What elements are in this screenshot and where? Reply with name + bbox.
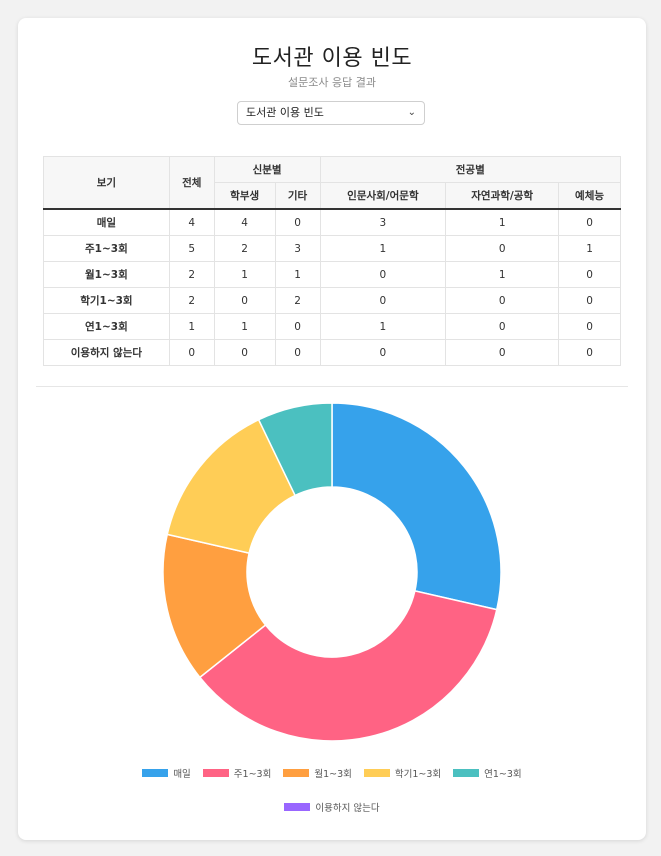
question-select-value: 도서관 이용 빈도 bbox=[246, 106, 324, 119]
cell: 4 bbox=[168, 208, 215, 236]
survey-card: 도서관 이용 빈도 설문조사 응답 결과 도서관 이용 빈도 ⌄ 보기 전체 신… bbox=[18, 18, 646, 840]
cell: 2 bbox=[213, 235, 276, 262]
cell: 3 bbox=[274, 235, 321, 262]
header-humanities: 인문사회/어문학 bbox=[319, 182, 447, 210]
row-label: 월1~3회 bbox=[43, 261, 170, 288]
legend-item[interactable]: 연1~3회 bbox=[453, 766, 522, 780]
legend-item[interactable]: 주1~3회 bbox=[202, 766, 272, 780]
cell: 1 bbox=[445, 261, 560, 288]
cell: 0 bbox=[445, 235, 560, 262]
cell: 0 bbox=[445, 287, 560, 314]
legend-swatch bbox=[142, 769, 169, 777]
row-label: 학기1~3회 bbox=[43, 287, 170, 314]
row-label: 연1~3회 bbox=[43, 313, 170, 340]
table-row: 주1~3회 5 2 3 1 0 1 bbox=[43, 235, 621, 262]
legend-item[interactable]: 매일 bbox=[142, 766, 191, 780]
cell: 0 bbox=[558, 339, 621, 366]
header-group-major: 전공별 bbox=[319, 156, 622, 183]
legend-swatch bbox=[202, 769, 229, 777]
legend-label: 학기1~3회 bbox=[394, 769, 442, 780]
cell: 0 bbox=[274, 208, 321, 236]
cell: 0 bbox=[558, 287, 621, 314]
table-row: 월1~3회 2 1 1 0 1 0 bbox=[43, 261, 621, 288]
header-group-status: 신분별 bbox=[213, 156, 321, 183]
legend-swatch bbox=[453, 769, 480, 777]
cell: 1 bbox=[274, 261, 321, 288]
legend-label: 매일 bbox=[173, 769, 191, 780]
header-view: 보기 bbox=[43, 156, 170, 210]
donut-chart bbox=[162, 403, 502, 742]
row-label: 주1~3회 bbox=[43, 235, 170, 262]
table-row: 이용하지 않는다 0 0 0 0 0 0 bbox=[43, 339, 621, 366]
legend-swatch bbox=[363, 769, 390, 777]
cell: 0 bbox=[274, 339, 321, 366]
table-row: 매일 4 4 0 3 1 0 bbox=[43, 208, 621, 236]
cell: 2 bbox=[274, 287, 321, 314]
header-other: 기타 bbox=[274, 182, 321, 210]
cell: 1 bbox=[319, 235, 447, 262]
header-total: 전체 bbox=[168, 156, 215, 210]
cell: 0 bbox=[274, 313, 321, 340]
table-row: 연1~3회 1 1 0 1 0 0 bbox=[43, 313, 621, 340]
header-undergrad: 학부생 bbox=[213, 182, 276, 210]
cell: 3 bbox=[319, 208, 447, 236]
cell: 0 bbox=[319, 287, 447, 314]
legend-item[interactable]: 학기1~3회 bbox=[363, 766, 442, 780]
chevron-down-icon: ⌄ bbox=[407, 107, 416, 118]
cell: 1 bbox=[319, 313, 447, 340]
cell: 0 bbox=[558, 313, 621, 340]
page-subtitle: 설문조사 응답 결과 bbox=[288, 76, 376, 89]
cell: 0 bbox=[168, 339, 215, 366]
cell: 1 bbox=[213, 313, 276, 340]
legend-swatch bbox=[284, 803, 311, 811]
page-title: 도서관 이용 빈도 bbox=[251, 46, 413, 71]
cell: 0 bbox=[213, 287, 276, 314]
cell: 0 bbox=[445, 313, 560, 340]
cell: 0 bbox=[445, 339, 560, 366]
cell: 0 bbox=[319, 261, 447, 288]
cell: 1 bbox=[558, 235, 621, 262]
legend-item[interactable]: 월1~3회 bbox=[283, 766, 352, 780]
legend-label: 월1~3회 bbox=[314, 769, 352, 780]
chart-legend: 매일 주1~3회 월1~3회 학기1~3회 연1~3회이용하지 않는다 bbox=[78, 766, 586, 814]
cell: 1 bbox=[213, 261, 276, 288]
header-science: 자연과학/공학 bbox=[445, 182, 560, 210]
cell: 0 bbox=[558, 208, 621, 236]
cell: 2 bbox=[168, 287, 215, 314]
row-label: 이용하지 않는다 bbox=[43, 339, 170, 366]
legend-label: 이용하지 않는다 bbox=[315, 803, 380, 814]
cell: 0 bbox=[319, 339, 447, 366]
legend-swatch bbox=[283, 769, 310, 777]
cell: 0 bbox=[558, 261, 621, 288]
question-select[interactable]: 도서관 이용 빈도 ⌄ bbox=[237, 101, 425, 125]
table-row: 학기1~3회 2 0 2 0 0 0 bbox=[43, 287, 621, 314]
legend-item[interactable]: 이용하지 않는다 bbox=[284, 800, 380, 814]
legend-label: 연1~3회 bbox=[484, 769, 522, 780]
row-label: 매일 bbox=[43, 208, 170, 236]
header-arts: 예체능 bbox=[558, 182, 621, 210]
donut-slice[interactable] bbox=[331, 403, 502, 611]
results-table: 보기 전체 신분별 전공별 학부생 기타 인문사회/어문학 자연과학/공학 예체… bbox=[43, 156, 622, 366]
legend-label: 주1~3회 bbox=[233, 769, 272, 780]
cell: 0 bbox=[213, 339, 276, 366]
cell: 5 bbox=[168, 235, 215, 262]
section-divider bbox=[36, 386, 628, 387]
cell: 1 bbox=[168, 313, 215, 340]
cell: 4 bbox=[213, 208, 276, 236]
cell: 2 bbox=[168, 261, 215, 288]
cell: 1 bbox=[445, 208, 560, 236]
